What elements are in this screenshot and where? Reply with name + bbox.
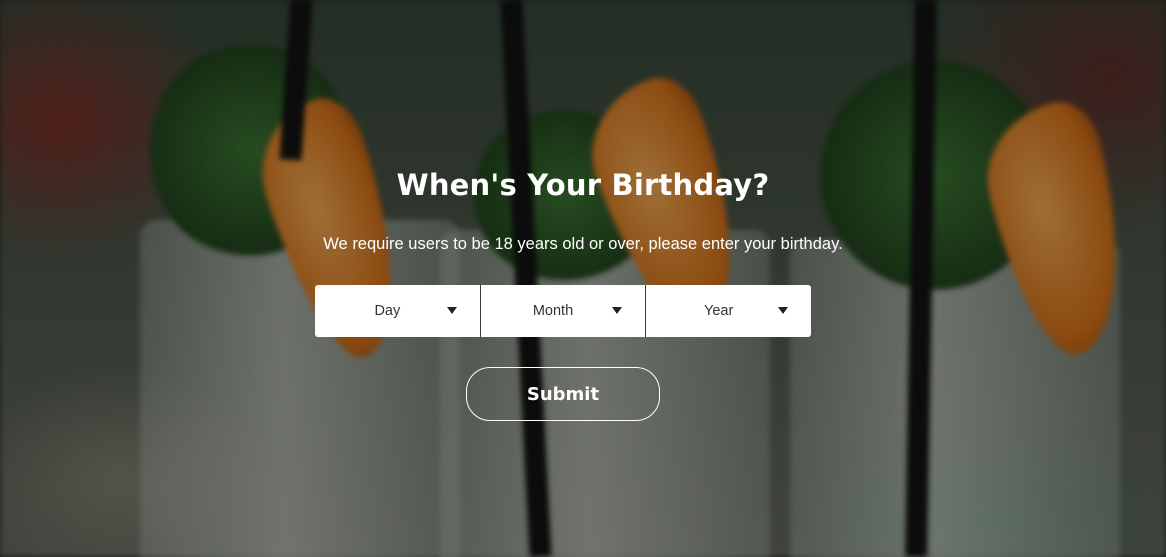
- caret-down-icon: [446, 307, 457, 314]
- birthday-selector: Day Month Year: [315, 285, 811, 337]
- month-select[interactable]: Month: [479, 285, 646, 337]
- dialog-title: When's Your Birthday?: [396, 168, 770, 202]
- caret-down-icon: [612, 307, 623, 314]
- year-select[interactable]: Year: [645, 285, 811, 337]
- age-gate-screen: When's Your Birthday? We require users t…: [0, 0, 1166, 557]
- year-select-label: Year: [704, 303, 734, 319]
- day-select-label: Day: [374, 303, 401, 319]
- dialog-subtitle: We require users to be 18 years old or o…: [323, 235, 843, 253]
- age-verification-dialog: When's Your Birthday? We require users t…: [0, 0, 1166, 557]
- submit-button[interactable]: Submit: [466, 367, 660, 421]
- month-select-label: Month: [532, 303, 574, 319]
- caret-down-icon: [778, 307, 789, 314]
- day-select[interactable]: Day: [315, 285, 480, 337]
